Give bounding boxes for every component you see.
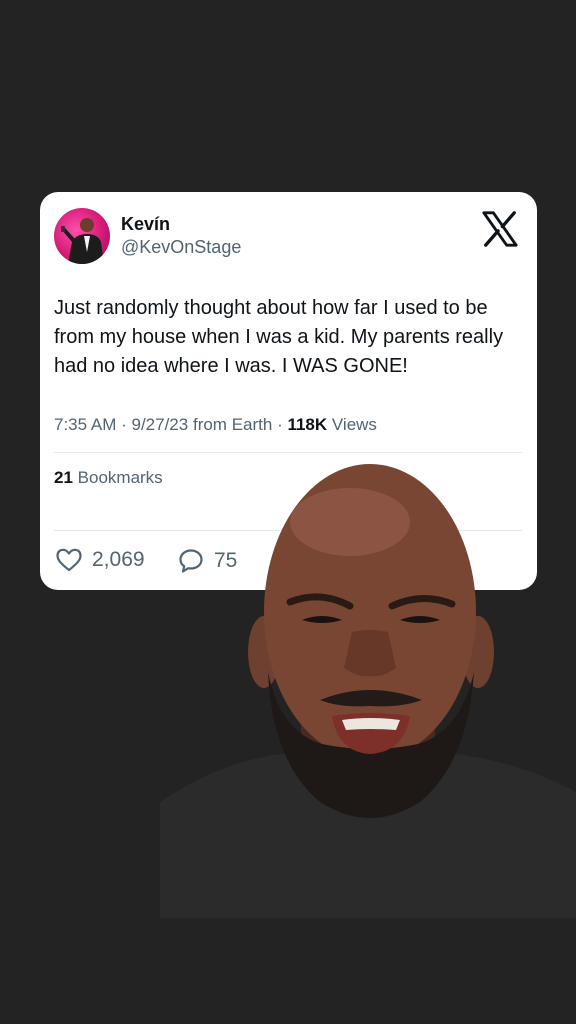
views-label: Views <box>331 415 377 434</box>
views-count: 118K <box>287 415 328 434</box>
like-button[interactable]: 2,069 <box>56 548 145 572</box>
x-logo-icon[interactable] <box>481 210 519 248</box>
divider <box>54 452 522 453</box>
tweet-source: from Earth <box>192 415 273 434</box>
tweet-text: Just randomly thought about how far I us… <box>54 297 504 377</box>
tweet-meta: 7:35 AM · 9/27/23 from Earth · 118K View… <box>54 415 377 435</box>
user-handle[interactable]: @KevOnStage <box>121 237 241 258</box>
like-count: 2,069 <box>92 548 145 571</box>
bookmarks-label: Bookmarks <box>77 468 163 487</box>
tweet-time[interactable]: 7:35 AM <box>54 415 116 434</box>
tweet-date[interactable]: 9/27/23 <box>132 415 189 434</box>
bookmarks-row[interactable]: 21 Bookmarks <box>54 468 163 488</box>
person-image <box>160 464 576 918</box>
person-video-overlay <box>160 462 576 918</box>
meta-separator: · <box>277 415 288 434</box>
avatar[interactable] <box>54 208 110 264</box>
avatar-person-icon <box>61 218 104 264</box>
display-name[interactable]: Kevín <box>121 214 170 235</box>
meta-separator: · <box>121 415 132 434</box>
heart-icon <box>56 548 82 572</box>
bookmarks-count: 21 <box>54 468 73 487</box>
